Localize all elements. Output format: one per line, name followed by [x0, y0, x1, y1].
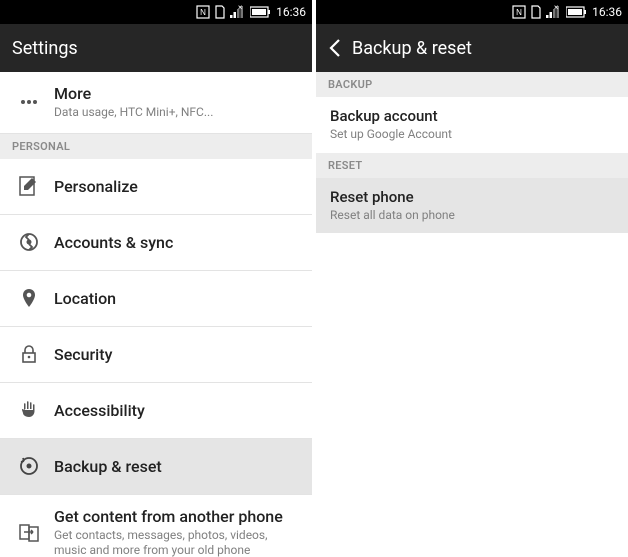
- header-title: Settings: [12, 38, 78, 59]
- header: Backup & reset: [316, 24, 628, 72]
- item-title: Backup & reset: [54, 457, 298, 476]
- item-sub: Reset all data on phone: [330, 208, 614, 224]
- header-title: Backup & reset: [352, 38, 472, 59]
- reset-phone-item[interactable]: Reset phone Reset all data on phone: [316, 178, 628, 234]
- section-header-reset: RESET: [316, 153, 628, 178]
- screen-settings: N × 16:36 Settings More Data usage, HTC …: [0, 0, 312, 557]
- item-sub: Set up Google Account: [330, 127, 614, 143]
- svg-text:N: N: [200, 8, 206, 17]
- nfc-icon: N: [196, 5, 210, 19]
- battery-icon: [250, 6, 272, 18]
- settings-item-accounts-sync[interactable]: Accounts & sync: [0, 215, 312, 271]
- battery-icon: [566, 6, 588, 18]
- settings-item-get-content[interactable]: Get content from another phone Get conta…: [0, 495, 312, 557]
- item-title: Accounts & sync: [54, 233, 298, 252]
- status-time: 16:36: [592, 5, 622, 19]
- settings-item-more[interactable]: More Data usage, HTC Mini+, NFC...: [0, 72, 312, 134]
- personalize-icon: [14, 175, 44, 197]
- sim-icon: [530, 5, 542, 19]
- item-title: Security: [54, 345, 298, 364]
- transfer-icon: [14, 522, 44, 544]
- item-title: Accessibility: [54, 401, 298, 420]
- sim-icon: [214, 5, 226, 19]
- location-icon: [14, 287, 44, 309]
- item-title: Get content from another phone: [54, 507, 298, 526]
- svg-text:N: N: [516, 8, 522, 17]
- status-bar: N × 16:36: [316, 0, 628, 24]
- section-header-personal: PERSONAL: [0, 134, 312, 159]
- item-title: More: [54, 84, 298, 103]
- item-sub: Data usage, HTC Mini+, NFC...: [54, 105, 298, 121]
- back-button[interactable]: [328, 38, 342, 58]
- status-bar: N × 16:36: [0, 0, 312, 24]
- backup-reset-icon: [14, 455, 44, 477]
- settings-item-location[interactable]: Location: [0, 271, 312, 327]
- settings-item-security[interactable]: Security: [0, 327, 312, 383]
- more-icon: [14, 91, 44, 113]
- item-title: Reset phone: [330, 188, 614, 206]
- item-title: Backup account: [330, 107, 614, 125]
- sync-icon: [14, 231, 44, 253]
- item-sub: Get contacts, messages, photos, videos, …: [54, 528, 298, 557]
- item-title: Personalize: [54, 177, 298, 196]
- hand-icon: [14, 399, 44, 421]
- svg-text:×: ×: [554, 5, 558, 12]
- settings-item-backup-reset[interactable]: Backup & reset: [0, 439, 312, 495]
- signal-icon: ×: [546, 5, 562, 19]
- item-title: Location: [54, 289, 298, 308]
- settings-item-accessibility[interactable]: Accessibility: [0, 383, 312, 439]
- section-header-backup: BACKUP: [316, 72, 628, 97]
- settings-item-personalize[interactable]: Personalize: [0, 159, 312, 215]
- svg-text:×: ×: [238, 5, 242, 12]
- lock-icon: [14, 343, 44, 365]
- signal-icon: ×: [230, 5, 246, 19]
- header: Settings: [0, 24, 312, 72]
- backup-reset-list: BACKUP Backup account Set up Google Acco…: [316, 72, 628, 557]
- nfc-icon: N: [512, 5, 526, 19]
- settings-list: More Data usage, HTC Mini+, NFC... PERSO…: [0, 72, 312, 557]
- screen-backup-reset: N × 16:36 Backup & reset BACKUP Backup a…: [316, 0, 628, 557]
- status-time: 16:36: [276, 5, 306, 19]
- backup-account-item[interactable]: Backup account Set up Google Account: [316, 97, 628, 153]
